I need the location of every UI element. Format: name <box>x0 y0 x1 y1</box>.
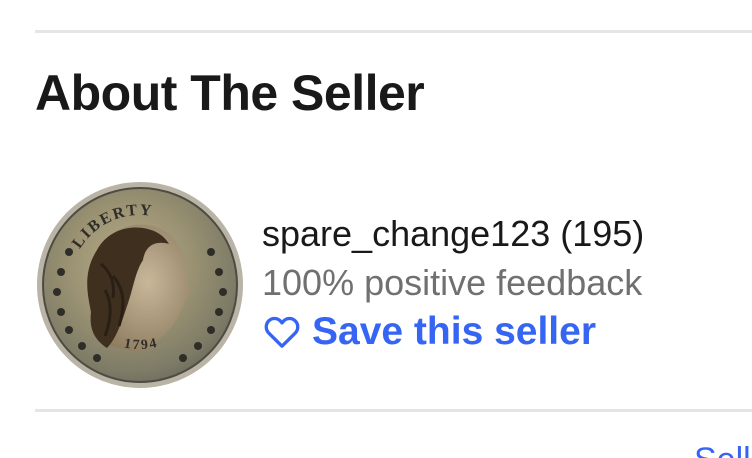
seller-name-link[interactable]: spare_change123 (195) <box>262 210 742 258</box>
seller-info: spare_change123 (195) 100% positive feed… <box>262 210 742 354</box>
about-seller-section: About The Seller LIBERTY 1794 spare_chan… <box>0 0 752 458</box>
save-seller-label: Save this seller <box>312 310 597 353</box>
seller-feedback: 100% positive feedback <box>262 262 643 303</box>
bottom-divider <box>35 409 752 412</box>
sell-link-partial[interactable]: Sell <box>694 440 751 458</box>
heart-outline-icon <box>264 316 300 348</box>
seller-avatar[interactable]: LIBERTY 1794 <box>35 180 245 390</box>
liberty-coin-image: LIBERTY 1794 <box>37 182 243 388</box>
top-divider <box>35 30 752 33</box>
save-seller-button[interactable]: Save this seller <box>262 310 742 354</box>
section-title: About The Seller <box>35 65 425 121</box>
